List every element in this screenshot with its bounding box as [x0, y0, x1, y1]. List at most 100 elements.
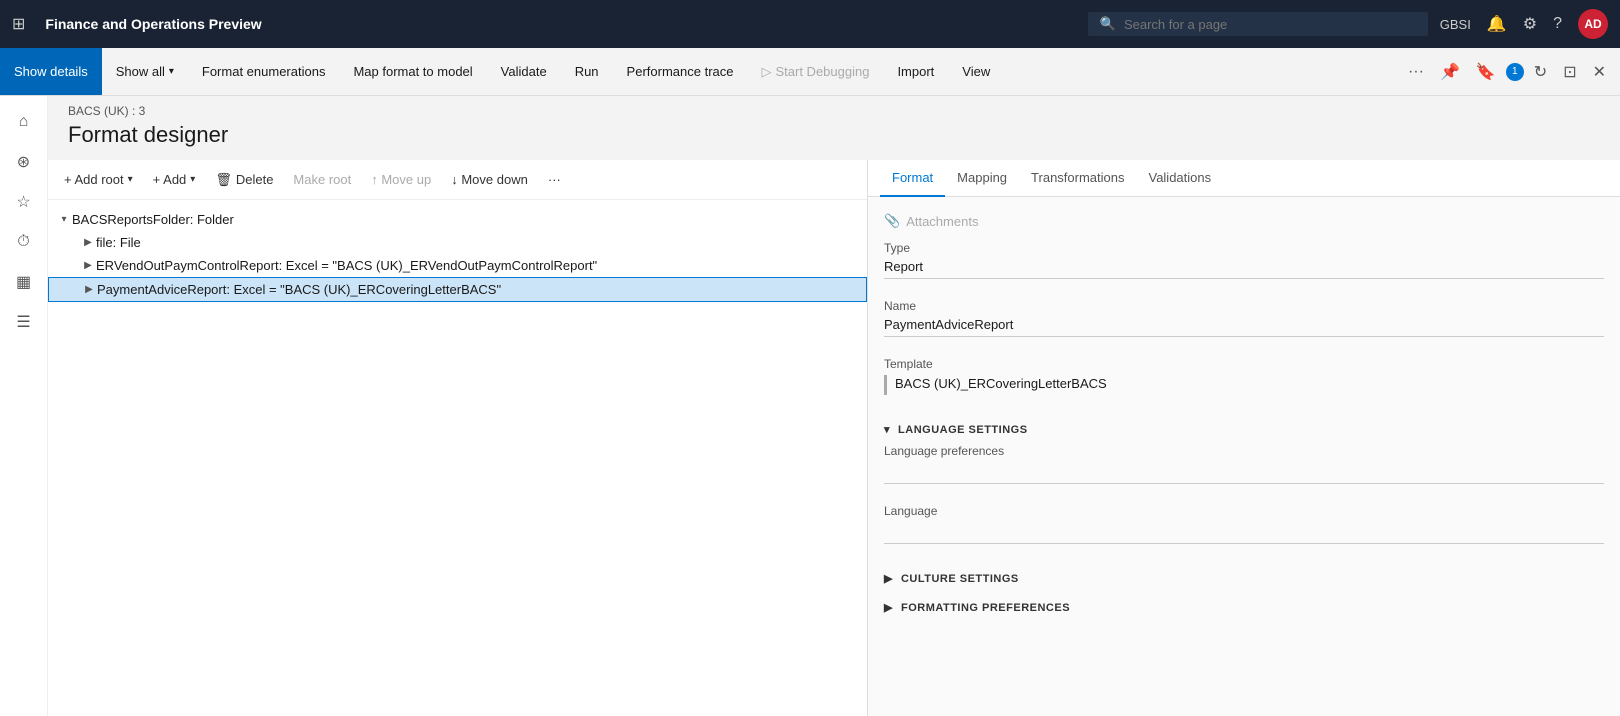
expand-icon-bacs[interactable]: ▾: [56, 214, 72, 225]
view-label: View: [962, 64, 990, 79]
tab-mapping[interactable]: Mapping: [945, 160, 1019, 197]
map-format-label: Map format to model: [353, 64, 472, 79]
search-bar[interactable]: 🔍: [1088, 12, 1428, 36]
performance-trace-label: Performance trace: [627, 64, 734, 79]
move-up-button[interactable]: ↑ Move up: [363, 168, 439, 191]
start-debugging-button[interactable]: ▷ Start Debugging: [747, 48, 883, 95]
show-details-button[interactable]: Show details: [0, 48, 102, 95]
top-nav: ⊞ Finance and Operations Preview 🔍 GBSI …: [0, 0, 1620, 48]
sidebar-icons: ⌂ ⊛ ☆ ⏱ ▦ ☰: [0, 96, 48, 716]
content-area: BACS (UK) : 3 Format designer + Add root…: [48, 96, 1620, 716]
sidebar-icon-recent[interactable]: ⏱: [6, 224, 42, 260]
tree-node-file[interactable]: ▶ file: File: [48, 231, 867, 254]
import-label: Import: [897, 64, 934, 79]
template-value-row: BACS (UK)_ERCoveringLetterBACS: [884, 375, 1604, 395]
expand-icon-ervend[interactable]: ▶: [80, 260, 96, 271]
main-toolbar: Show details Show all ▾ Format enumerati…: [0, 48, 1620, 96]
tab-validations[interactable]: Validations: [1136, 160, 1223, 197]
add-root-label: + Add root: [64, 172, 124, 187]
language-settings-header[interactable]: ▾ LANGUAGE SETTINGS: [884, 415, 1604, 444]
delete-button[interactable]: 🗑 Delete: [207, 168, 281, 192]
props-tabs: Format Mapping Transformations Validatio…: [868, 160, 1620, 197]
type-value[interactable]: Report: [884, 259, 1604, 279]
user-avatar[interactable]: AD: [1578, 9, 1608, 39]
type-label: Type: [884, 241, 1604, 255]
node-text-file: file: File: [96, 235, 859, 250]
breadcrumb: BACS (UK) : 3: [48, 96, 1620, 122]
move-up-label: ↑ Move up: [371, 172, 431, 187]
performance-trace-button[interactable]: Performance trace: [613, 48, 748, 95]
run-label: Run: [575, 64, 599, 79]
format-enumerations-button[interactable]: Format enumerations: [188, 48, 340, 95]
make-root-button[interactable]: Make root: [285, 168, 359, 191]
app-title: Finance and Operations Preview: [45, 16, 1075, 32]
notification-icon[interactable]: 🔔: [1487, 14, 1507, 34]
template-field: Template BACS (UK)_ERCoveringLetterBACS: [884, 357, 1604, 395]
node-text-ervend: ERVendOutPaymControlReport: Excel = "BAC…: [96, 258, 859, 273]
show-all-button[interactable]: Show all ▾: [102, 48, 188, 95]
refresh-button[interactable]: ↻: [1528, 58, 1553, 86]
language-field: Language: [884, 504, 1604, 544]
culture-settings-header[interactable]: ▶ CULTURE SETTINGS: [884, 564, 1604, 593]
tab-format[interactable]: Format: [880, 160, 945, 197]
language-prefs-value[interactable]: [884, 462, 1604, 484]
validate-label: Validate: [501, 64, 547, 79]
top-nav-right: GBSI 🔔 ⚙ ? AD: [1440, 9, 1608, 39]
grid-icon[interactable]: ⊞: [12, 14, 25, 34]
formatting-prefs-chevron: ▶: [884, 601, 893, 614]
run-button[interactable]: Run: [561, 48, 613, 95]
formatting-prefs-header[interactable]: ▶ FORMATTING PREFERENCES: [884, 593, 1604, 622]
language-settings-label: LANGUAGE SETTINGS: [898, 424, 1028, 436]
template-bar: [884, 375, 887, 395]
type-field: Type Report: [884, 241, 1604, 279]
node-text-bacs: BACSReportsFolder: Folder: [72, 212, 859, 227]
template-label: Template: [884, 357, 1604, 371]
formatting-prefs-label: FORMATTING PREFERENCES: [901, 602, 1070, 614]
name-label: Name: [884, 299, 1604, 313]
more-tree-button[interactable]: ···: [540, 168, 569, 191]
validate-button[interactable]: Validate: [487, 48, 561, 95]
tree-node-ervend[interactable]: ▶ ERVendOutPaymControlReport: Excel = "B…: [48, 254, 867, 277]
move-down-button[interactable]: ↓ Move down: [443, 168, 536, 191]
settings-icon[interactable]: ⚙: [1523, 14, 1537, 34]
view-button[interactable]: View: [948, 48, 1004, 95]
start-debugging-icon: ▷: [761, 64, 771, 80]
tree-node-payment[interactable]: ▶ PaymentAdviceReport: Excel = "BACS (UK…: [48, 277, 867, 302]
tree-panel: + Add root ▾ + Add ▾ 🗑 Delete Make root: [48, 160, 868, 716]
more-button[interactable]: ···: [1402, 59, 1430, 85]
delete-icon: 🗑: [215, 172, 232, 188]
sidebar-icon-star[interactable]: ☆: [6, 184, 42, 220]
sidebar-icon-home[interactable]: ⌂: [6, 104, 42, 140]
format-enumerations-label: Format enumerations: [202, 64, 326, 79]
search-input[interactable]: [1124, 17, 1416, 32]
tree-node-bacs-folder[interactable]: ▾ BACSReportsFolder: Folder: [48, 208, 867, 231]
language-prefs-field: Language preferences: [884, 444, 1604, 484]
properties-panel: Format Mapping Transformations Validatio…: [868, 160, 1620, 716]
name-field: Name PaymentAdviceReport: [884, 299, 1604, 337]
language-prefs-label: Language preferences: [884, 444, 1604, 458]
expand-icon-file[interactable]: ▶: [80, 237, 96, 248]
language-label: Language: [884, 504, 1604, 518]
props-content: 📎 Attachments Type Report Name PaymentAd…: [868, 197, 1620, 716]
add-button[interactable]: + Add ▾: [145, 168, 204, 191]
name-value[interactable]: PaymentAdviceReport: [884, 317, 1604, 337]
node-text-payment: PaymentAdviceReport: Excel = "BACS (UK)_…: [97, 282, 858, 297]
expand-icon-payment[interactable]: ▶: [81, 284, 97, 295]
language-value[interactable]: [884, 522, 1604, 544]
sidebar-icon-workspace[interactable]: ▦: [6, 264, 42, 300]
import-button[interactable]: Import: [883, 48, 948, 95]
map-format-button[interactable]: Map format to model: [339, 48, 486, 95]
close-button[interactable]: ✕: [1587, 58, 1612, 86]
sidebar-icon-list[interactable]: ☰: [6, 304, 42, 340]
tab-transformations[interactable]: Transformations: [1019, 160, 1136, 197]
region-label: GBSI: [1440, 17, 1471, 32]
template-value[interactable]: BACS (UK)_ERCoveringLetterBACS: [895, 376, 1604, 395]
sidebar-icon-filter[interactable]: ⊛: [6, 144, 42, 180]
popout-button[interactable]: ⊡: [1557, 58, 1582, 86]
move-down-label: ↓ Move down: [451, 172, 528, 187]
add-root-button[interactable]: + Add root ▾: [56, 168, 141, 191]
bookmark-button[interactable]: 🔖: [1470, 58, 1502, 86]
attachment-label: Attachments: [906, 214, 978, 229]
pin-button[interactable]: 📌: [1434, 58, 1466, 86]
help-icon[interactable]: ?: [1553, 15, 1562, 33]
